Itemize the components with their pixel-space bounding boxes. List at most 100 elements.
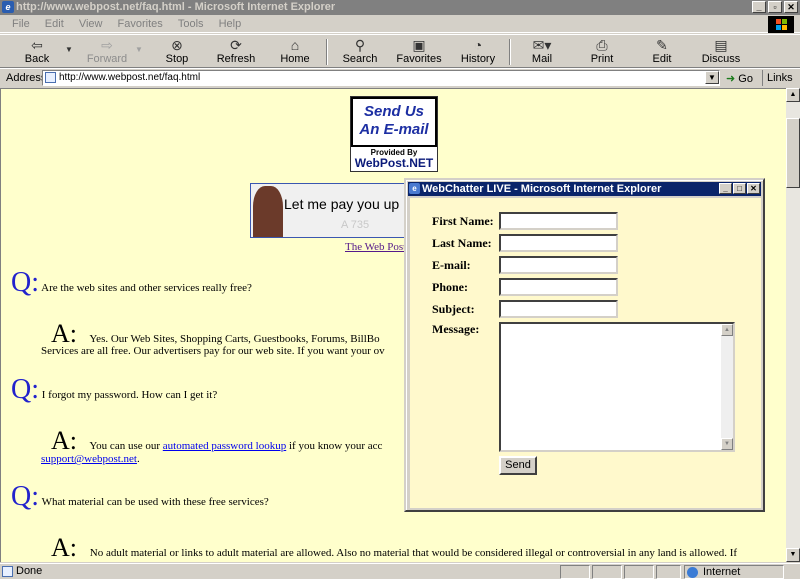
- minimize-button[interactable]: _: [752, 1, 766, 13]
- faq-question: Q: Are the web sites and other services …: [11, 267, 252, 298]
- faq-answer-cont: support@webpost.net.: [41, 453, 140, 465]
- email-field[interactable]: [499, 256, 618, 274]
- message-label: Message:: [432, 322, 480, 336]
- forward-arrow-icon: ⇨: [101, 37, 113, 53]
- faq-answer-cont: Services are all free. Our advertisers p…: [41, 345, 385, 357]
- scroll-up-button[interactable]: ▲: [786, 88, 800, 102]
- back-arrow-icon: ⇦: [31, 37, 43, 53]
- discuss-button[interactable]: ▤ Discuss: [696, 37, 746, 67]
- support-email-link[interactable]: support@webpost.net: [41, 453, 137, 465]
- home-icon: ⌂: [290, 37, 300, 53]
- last-name-label: Last Name:: [432, 236, 492, 250]
- webchatter-popup-window: e WebChatter LIVE - Microsoft Internet E…: [404, 178, 765, 512]
- send-us-email-badge[interactable]: Send Us An E-mail Provided By WebPost.NE…: [350, 96, 438, 172]
- faq-answer: A: You can use our automated password lo…: [51, 426, 383, 455]
- back-button[interactable]: ⇦ Back: [12, 37, 62, 67]
- message-textarea[interactable]: ▲ ▼: [499, 322, 735, 452]
- ie-icon: e: [409, 183, 420, 194]
- send-button[interactable]: Send: [499, 456, 537, 475]
- page-icon: [45, 72, 56, 83]
- browser-window: e http://www.webpost.net/faq.html - Micr…: [0, 0, 800, 579]
- subject-label: Subject:: [432, 302, 475, 316]
- toolbar-separator: [509, 39, 511, 65]
- menu-bar: File Edit View Favorites Tools Help: [0, 15, 800, 33]
- ie-icon: e: [2, 1, 14, 13]
- scroll-down-button[interactable]: ▼: [786, 548, 800, 562]
- message-scrollbar[interactable]: ▲ ▼: [721, 324, 733, 450]
- edit-icon: ✎: [656, 37, 668, 53]
- security-zone: Internet: [684, 565, 784, 579]
- favorites-icon: ▣: [412, 37, 426, 53]
- popup-title-bar: e WebChatter LIVE - Microsoft Internet E…: [408, 182, 761, 196]
- history-icon: ◔: [473, 37, 483, 53]
- faq-answer: A: No adult material or links to adult m…: [51, 533, 738, 562]
- home-button[interactable]: ⌂ Home: [270, 37, 320, 67]
- banner-person-image: [253, 186, 283, 237]
- scroll-thumb[interactable]: [786, 118, 800, 188]
- go-button[interactable]: ➜ Go: [726, 72, 753, 85]
- refresh-icon: ⟳: [230, 37, 242, 53]
- favorites-button[interactable]: ▣ Favorites: [393, 37, 445, 67]
- phone-field[interactable]: [499, 278, 618, 296]
- page-done-icon: [2, 566, 13, 577]
- print-icon: ⎙: [596, 37, 608, 53]
- window-title: http://www.webpost.net/faq.html - Micros…: [16, 1, 336, 13]
- banner-link[interactable]: The Web Post: [345, 241, 406, 253]
- forward-button[interactable]: ⇨ Forward: [82, 37, 132, 67]
- menu-file[interactable]: File: [6, 15, 36, 33]
- status-text: Done: [16, 565, 43, 577]
- address-bar: Address http://www.webpost.net/faq.html …: [0, 68, 800, 86]
- banner-watermark: A 735: [341, 219, 370, 231]
- toolbar-separator: [326, 39, 328, 65]
- menu-view[interactable]: View: [73, 15, 109, 33]
- menu-tools[interactable]: Tools: [172, 15, 210, 33]
- print-button[interactable]: ⎙ Print: [577, 37, 627, 67]
- address-input[interactable]: http://www.webpost.net/faq.html: [42, 70, 720, 86]
- address-dropdown[interactable]: ▼: [705, 71, 719, 84]
- close-button[interactable]: ✕: [784, 1, 798, 13]
- phone-label: Phone:: [432, 280, 468, 294]
- message-scroll-down[interactable]: ▼: [721, 438, 733, 450]
- stop-button[interactable]: ⊗ Stop: [152, 37, 202, 67]
- subject-field[interactable]: [499, 300, 618, 318]
- globe-icon: [687, 567, 698, 578]
- password-lookup-link[interactable]: automated password lookup: [163, 440, 286, 452]
- first-name-label: First Name:: [432, 214, 494, 228]
- history-button[interactable]: ◔ History: [453, 37, 503, 67]
- mail-icon: ✉▾: [532, 37, 552, 53]
- windows-logo-icon: [768, 16, 794, 33]
- menu-edit[interactable]: Edit: [39, 15, 70, 33]
- address-label: Address: [6, 72, 47, 84]
- popup-maximize-button[interactable]: □: [733, 183, 746, 194]
- first-name-field[interactable]: [499, 212, 618, 230]
- refresh-button[interactable]: ⟳ Refresh: [211, 37, 261, 67]
- menu-favorites[interactable]: Favorites: [112, 15, 169, 33]
- menu-help[interactable]: Help: [213, 15, 248, 33]
- restore-button[interactable]: ▫: [768, 1, 782, 13]
- search-button[interactable]: ⚲ Search: [335, 37, 385, 67]
- go-arrow-icon: ➜: [726, 73, 736, 85]
- contact-form: First Name: Last Name: E-mail: Phone: Su…: [410, 198, 761, 508]
- links-button[interactable]: Links: [762, 70, 793, 86]
- email-label: E-mail:: [432, 258, 471, 272]
- discuss-icon: ▤: [714, 37, 728, 53]
- stop-icon: ⊗: [171, 37, 183, 53]
- popup-minimize-button[interactable]: _: [719, 183, 732, 194]
- vertical-scrollbar[interactable]: ▲ ▼: [786, 88, 800, 562]
- back-dropdown[interactable]: ▼: [62, 37, 76, 67]
- edit-button[interactable]: ✎ Edit: [637, 37, 687, 67]
- forward-dropdown[interactable]: ▼: [132, 37, 146, 67]
- faq-question: Q: I forgot my password. How can I get i…: [11, 374, 218, 405]
- address-url: http://www.webpost.net/faq.html: [59, 72, 201, 83]
- faq-question: Q: What material can be used with these …: [11, 481, 269, 512]
- search-icon: ⚲: [354, 37, 366, 53]
- popup-title: WebChatter LIVE - Microsoft Internet Exp…: [422, 183, 662, 195]
- mail-button[interactable]: ✉▾ Mail: [517, 37, 567, 67]
- title-bar: e http://www.webpost.net/faq.html - Micr…: [0, 0, 800, 15]
- standard-toolbar: ⇦ Back ▼ ⇨ Forward ▼ ⊗ Stop ⟳ Refresh ⌂ …: [0, 34, 800, 68]
- status-bar: Done Internet: [0, 563, 800, 579]
- ad-banner[interactable]: Let me pay you up A 735: [250, 183, 410, 238]
- popup-close-button[interactable]: ✕: [747, 183, 760, 194]
- last-name-field[interactable]: [499, 234, 618, 252]
- message-scroll-up[interactable]: ▲: [721, 324, 733, 336]
